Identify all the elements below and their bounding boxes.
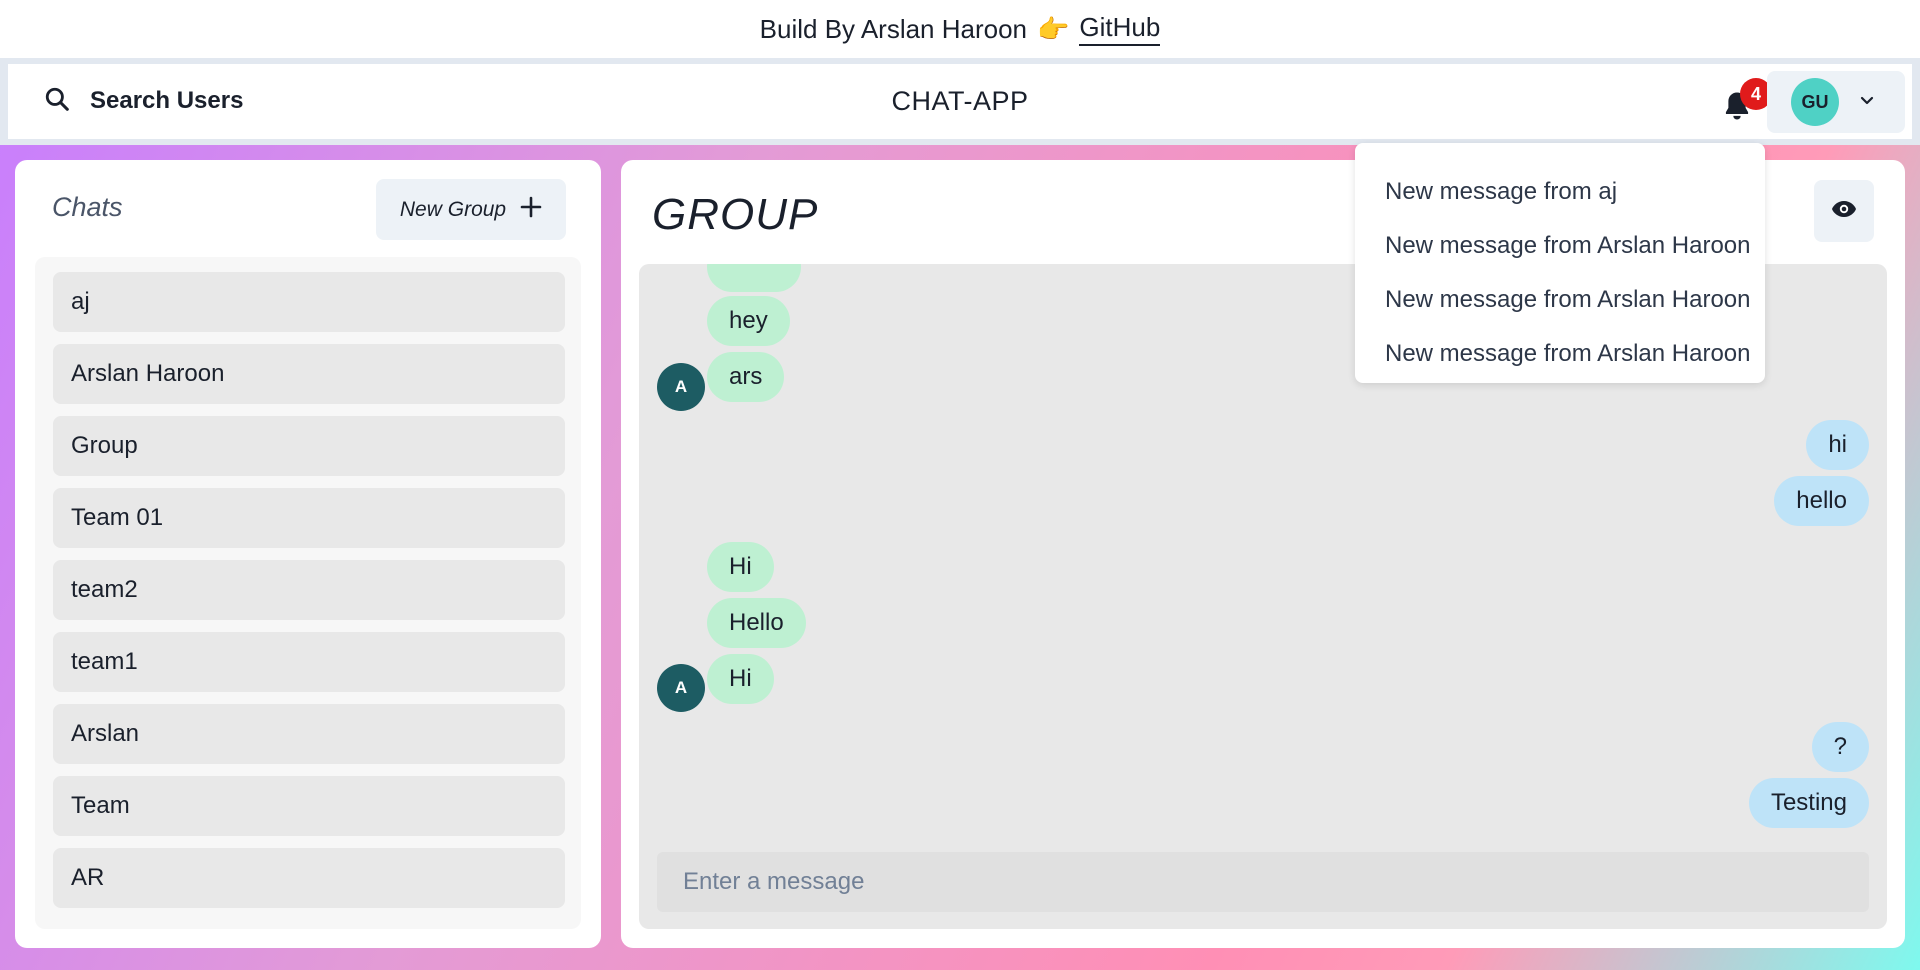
chat-item[interactable]: team1 xyxy=(53,632,565,692)
profile-menu-button[interactable]: GU xyxy=(1767,71,1905,133)
eye-icon xyxy=(1831,200,1857,223)
credit-text: Build By Arslan Haroon xyxy=(759,13,1028,44)
chat-item[interactable]: Group xyxy=(53,416,565,476)
search-icon xyxy=(44,86,70,117)
message-bubble: Hi xyxy=(707,542,774,592)
app-title: CHAT-APP xyxy=(891,86,1029,116)
pointing-hand-icon: 👉 xyxy=(1037,13,1070,44)
notification-item[interactable]: New message from Arslan Haroon xyxy=(1355,273,1765,327)
message-bubble: Testing xyxy=(1748,778,1869,828)
message-bubble: ? xyxy=(1811,722,1869,772)
chat-item[interactable]: Arslan Haroon xyxy=(53,344,565,404)
search-users-label: Search Users xyxy=(90,87,244,114)
message-input[interactable] xyxy=(657,852,1869,912)
header-container: Search Users CHAT-APP 4 GU xyxy=(0,58,1920,145)
chat-item[interactable]: aj xyxy=(53,272,565,332)
notification-item[interactable]: New message from Arslan Haroon xyxy=(1355,327,1765,381)
sender-avatar[interactable]: A xyxy=(657,664,705,712)
github-link[interactable]: GitHub xyxy=(1079,12,1161,46)
view-details-button[interactable] xyxy=(1814,180,1874,242)
notification-item[interactable]: New message from aj xyxy=(1355,165,1765,219)
message-bubble: Hello xyxy=(707,598,806,648)
chat-item[interactable]: Team xyxy=(53,776,565,836)
chat-item[interactable]: Arslan xyxy=(53,704,565,764)
credit-bar: Build By Arslan Haroon 👉 GitHub xyxy=(0,0,1920,58)
message-bubble: hi xyxy=(1806,420,1869,470)
notification-menu: New message from aj New message from Ars… xyxy=(1355,143,1765,383)
message-bubble: ars xyxy=(707,352,785,402)
message-bubble: hello xyxy=(1774,476,1869,526)
chat-item[interactable]: team2 xyxy=(53,560,565,620)
notification-bell-button[interactable]: 4 xyxy=(1720,78,1772,124)
search-users-button[interactable]: Search Users xyxy=(30,77,257,125)
chat-item[interactable]: AR xyxy=(53,848,565,908)
conversation-title: GROUP xyxy=(652,190,819,239)
app-header: Search Users CHAT-APP 4 GU xyxy=(8,64,1912,139)
notification-item[interactable]: New message from Arslan Haroon xyxy=(1355,219,1765,273)
new-group-button[interactable]: New Group xyxy=(376,179,566,240)
chats-title: Chats xyxy=(52,192,123,222)
message-bubble xyxy=(707,264,801,292)
message-bubble: hey xyxy=(707,296,790,346)
message-bubble: Hi xyxy=(707,654,774,704)
chevron-down-icon xyxy=(1859,92,1875,113)
user-avatar: GU xyxy=(1791,78,1839,126)
new-group-label: New Group xyxy=(399,197,507,221)
chat-list: aj Arslan Haroon Group Team 01 team2 tea… xyxy=(35,257,581,929)
chats-panel: Chats New Group aj Arslan Haroon Group T… xyxy=(15,160,601,948)
sender-avatar[interactable]: A xyxy=(657,363,705,411)
plus-icon xyxy=(520,196,542,224)
chat-item[interactable]: Team 01 xyxy=(53,488,565,548)
